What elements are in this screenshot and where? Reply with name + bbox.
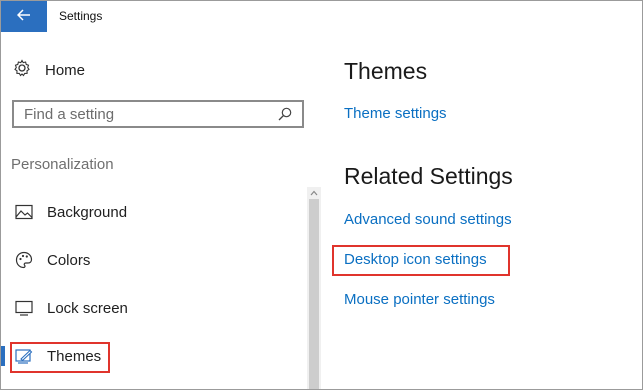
desktop-icon-highlight-box: [332, 245, 510, 276]
lock-screen-icon: [14, 300, 34, 316]
chevron-up-icon[interactable]: [309, 188, 319, 198]
selection-indicator: [1, 346, 5, 366]
nav-home[interactable]: Home: [13, 58, 86, 82]
section-header: Personalization: [11, 156, 114, 173]
sidebar-item-colors[interactable]: Colors: [1, 245, 301, 275]
scroll-thumb[interactable]: [309, 199, 319, 389]
sidebar-item-background[interactable]: Background: [1, 197, 301, 227]
back-button[interactable]: [1, 1, 47, 32]
palette-icon: [14, 251, 34, 269]
sidebar-item-label: Lock screen: [47, 299, 128, 317]
search-box: [12, 100, 304, 128]
arrow-left-icon: [16, 8, 31, 26]
advanced-sound-settings-link[interactable]: Advanced sound settings: [344, 211, 512, 228]
search-icon[interactable]: [274, 107, 296, 121]
window-title: Settings: [59, 9, 103, 23]
sidebar-item-lock-screen[interactable]: Lock screen: [1, 293, 301, 323]
page-title: Themes: [344, 58, 428, 84]
sidebar-item-label: Colors: [47, 251, 91, 269]
search-input[interactable]: [14, 103, 274, 125]
picture-icon: [14, 204, 34, 220]
gear-icon: [13, 58, 31, 82]
nav-home-label: Home: [45, 61, 86, 79]
main-content: Themes Theme settings Related Settings A…: [344, 1, 642, 389]
themes-highlight-box: [10, 342, 110, 373]
sidebar-item-label: Background: [47, 203, 128, 221]
settings-window: Settings Home Personalization: [0, 0, 643, 390]
mouse-pointer-settings-link[interactable]: Mouse pointer settings: [344, 291, 495, 308]
sidebar: Home Personalization Background: [1, 32, 321, 389]
related-settings-title: Related Settings: [344, 163, 513, 189]
theme-settings-link[interactable]: Theme settings: [344, 105, 447, 122]
sidebar-scrollbar[interactable]: [307, 187, 321, 389]
